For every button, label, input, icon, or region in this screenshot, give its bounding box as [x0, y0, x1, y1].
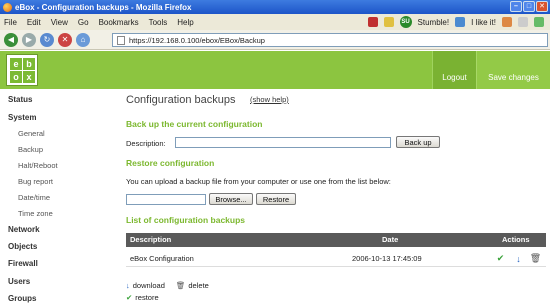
download-action-icon[interactable]: ↓	[514, 254, 523, 264]
stumble-button[interactable]: Stumble!	[418, 18, 450, 27]
column-actions: Actions	[502, 235, 530, 244]
table-header: Description Date Actions	[126, 233, 546, 247]
restore-action-icon[interactable]: ✔	[496, 253, 505, 263]
save-changes-link[interactable]: Save changes	[476, 51, 550, 89]
restore-section-title: Restore configuration	[126, 158, 215, 168]
logout-link[interactable]: Logout	[432, 51, 476, 89]
sidebar-item-network[interactable]: Network	[8, 225, 40, 234]
backup-button[interactable]: Back up	[396, 136, 440, 148]
window-titlebar: eBox - Configuration backups - Mozilla F…	[0, 0, 550, 14]
close-icon[interactable]: ✕	[536, 1, 548, 12]
description-label: Description:	[126, 139, 166, 148]
thumbs-up-icon[interactable]	[455, 17, 466, 27]
url-bar[interactable]: https://192.168.0.100/ebox/EBox/Backup	[112, 33, 548, 47]
reload-icon[interactable]: ↻	[40, 32, 54, 47]
backup-section-title: Back up the current configuration	[126, 119, 263, 129]
stumbleupon-icon[interactable]: SU	[399, 16, 412, 28]
menu-edit[interactable]: Edit	[27, 18, 41, 27]
header-band: e b o x Logout Save changes	[0, 51, 550, 89]
delete-legend-label: delete	[188, 281, 209, 290]
menu-view[interactable]: View	[51, 18, 68, 27]
sidebar-item-users[interactable]: Users	[8, 277, 30, 286]
forward-arrow-icon[interactable]: ▶	[22, 32, 36, 47]
window-controls: – □ ✕	[510, 1, 548, 12]
sidebar-item-system[interactable]: System	[8, 113, 36, 122]
legend-row-2: ✔ restore	[126, 293, 159, 302]
stop-load-icon[interactable]: ✕	[58, 32, 72, 47]
description-input[interactable]	[175, 137, 391, 148]
legend-row-1: ↓ download 🗑 delete	[126, 281, 209, 290]
row-description: eBox Configuration	[130, 254, 194, 263]
sidebar-item-bug-report[interactable]: Bug report	[18, 177, 53, 186]
column-description: Description	[130, 235, 172, 244]
menu-go[interactable]: Go	[78, 18, 89, 27]
maximize-icon[interactable]: □	[523, 1, 535, 12]
download-legend-label: download	[132, 281, 165, 290]
sidebar-item-time-zone[interactable]: Time zone	[18, 209, 53, 218]
menu-bar: File Edit View Go Bookmarks Tools Help S…	[0, 14, 550, 30]
menu-help[interactable]: Help	[177, 18, 193, 27]
column-date: Date	[382, 235, 399, 244]
download-legend-icon: ↓	[126, 281, 130, 290]
page-title: Configuration backups	[126, 94, 236, 106]
like-button[interactable]: I like it!	[471, 18, 496, 27]
menu-tools[interactable]: Tools	[149, 18, 168, 27]
row-date: 2006-10-13 17:45:09	[352, 254, 422, 263]
window-title: eBox - Configuration backups - Mozilla F…	[15, 2, 192, 12]
logo-letter-b: b	[23, 58, 35, 70]
sidebar-item-status[interactable]: Status	[8, 95, 32, 104]
restore-button[interactable]: Restore	[256, 193, 296, 205]
sidebar-item-date-time[interactable]: Date/time	[18, 193, 50, 202]
show-help-link[interactable]: (show help)	[250, 95, 289, 104]
ebox-logo: e b o x	[6, 54, 38, 86]
logo-letter-e: e	[10, 58, 22, 70]
home-icon[interactable]: ⌂	[76, 32, 90, 47]
people-icon[interactable]	[534, 17, 544, 27]
navigation-toolbar: ◀ ▶ ↻ ✕ ⌂ https://192.168.0.100/ebox/EBo…	[0, 30, 550, 50]
sidebar-item-halt-reboot[interactable]: Halt/Reboot	[18, 161, 58, 170]
restore-instructions: You can upload a backup file from your c…	[126, 177, 391, 186]
thumbs-down-icon[interactable]	[502, 17, 512, 27]
restore-legend-icon: ✔	[126, 293, 133, 302]
sidebar-item-general[interactable]: General	[18, 129, 45, 138]
list-section-title: List of configuration backups	[126, 215, 246, 225]
ebox-page: e b o x Logout Save changes Status Syste…	[0, 51, 550, 303]
minimize-icon[interactable]: –	[510, 1, 522, 12]
comment-icon[interactable]	[518, 17, 528, 27]
restore-legend-label: restore	[135, 293, 159, 302]
logo-letter-x: x	[23, 71, 35, 83]
url-text: https://192.168.0.100/ebox/EBox/Backup	[129, 35, 265, 45]
menu-file[interactable]: File	[4, 18, 17, 27]
sidebar-item-groups[interactable]: Groups	[8, 294, 36, 303]
table-row: eBox Configuration 2006-10-13 17:45:09 ✔…	[126, 251, 546, 267]
stop-icon[interactable]	[367, 17, 378, 27]
delete-action-icon[interactable]: 🗑	[530, 253, 541, 263]
sidebar-item-objects[interactable]: Objects	[8, 242, 37, 251]
stumble-toolbar: SU Stumble! I like it!	[367, 16, 544, 28]
firefox-icon	[3, 2, 12, 12]
back-arrow-icon[interactable]: ◀	[4, 32, 18, 47]
sidebar-item-firewall[interactable]: Firewall	[8, 259, 38, 268]
menu-bookmarks[interactable]: Bookmarks	[99, 18, 139, 27]
backup-file-input[interactable]	[126, 194, 206, 205]
browse-button[interactable]: Browse...	[209, 193, 253, 205]
star-icon[interactable]	[383, 17, 394, 27]
delete-legend-icon: 🗑	[175, 281, 186, 290]
page-icon	[117, 35, 125, 45]
sidebar-item-backup[interactable]: Backup	[18, 145, 43, 154]
logo-letter-o: o	[10, 71, 22, 83]
